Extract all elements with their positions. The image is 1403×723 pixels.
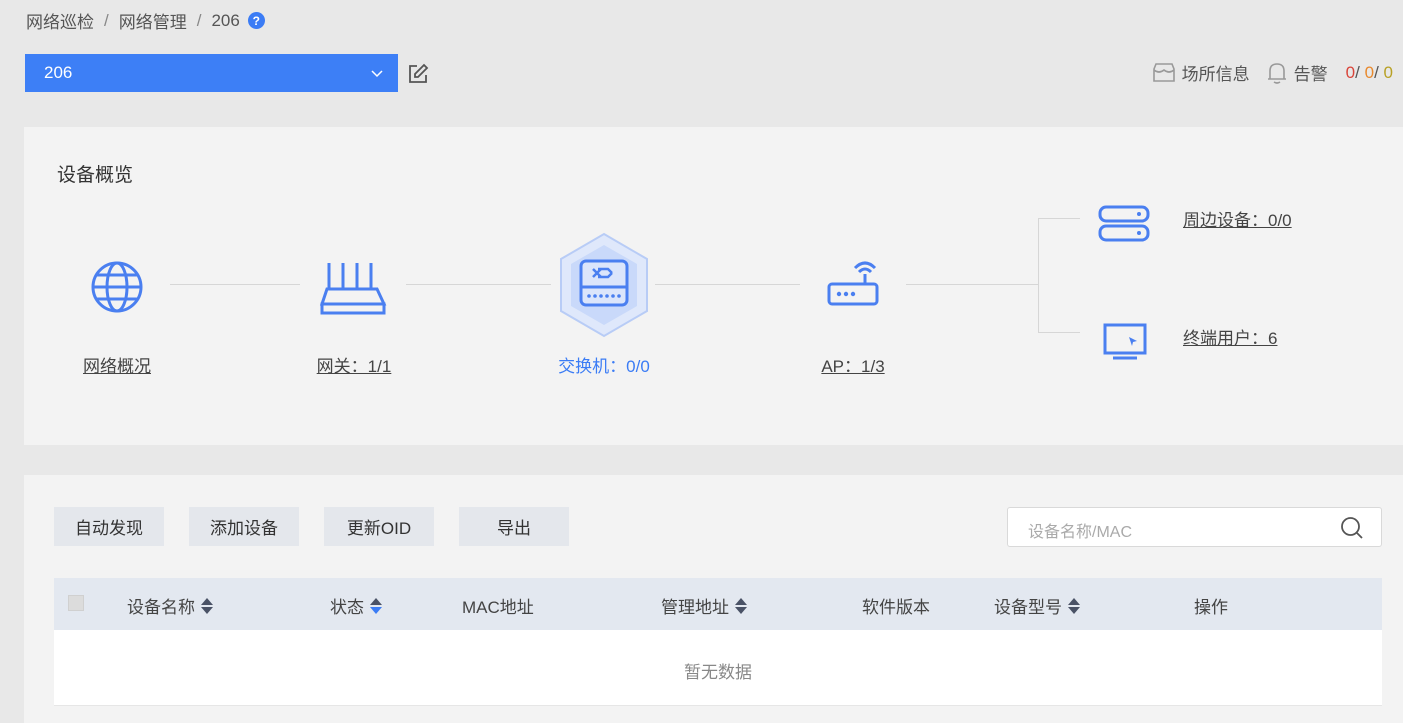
- node-gateway[interactable]: 网关：1/1: [317, 259, 391, 376]
- node-gateway-label[interactable]: 网关：1/1: [317, 352, 392, 377]
- column-mgmt-address[interactable]: 管理地址: [661, 593, 747, 618]
- chevron-down-icon: [371, 70, 383, 78]
- access-point-icon: [827, 261, 879, 306]
- alarm-count-major[interactable]: 0: [1365, 63, 1374, 82]
- table-body: 暂无数据: [54, 630, 1382, 706]
- search-icon[interactable]: [1340, 516, 1364, 540]
- sort-icon[interactable]: [370, 597, 382, 614]
- search-input[interactable]: 设备名称/MAC: [1007, 507, 1382, 547]
- breadcrumb-network-inspection[interactable]: 网络巡检: [26, 8, 94, 33]
- node-network-overview-label[interactable]: 网络概况: [83, 352, 151, 377]
- monitor-icon: [1103, 323, 1147, 360]
- site-select[interactable]: 206: [25, 54, 398, 92]
- switch-icon: [560, 232, 648, 338]
- alarm-count-critical[interactable]: 0: [1346, 63, 1355, 82]
- breadcrumb-current: 206: [211, 10, 240, 30]
- bell-icon: [1267, 62, 1286, 84]
- alarm-count-separator: /: [1374, 62, 1379, 82]
- column-label: 设备型号: [994, 598, 1062, 617]
- export-button[interactable]: 导出: [459, 507, 569, 546]
- node-terminal-label[interactable]: 终端用户：6: [1183, 324, 1277, 349]
- table-header: 设备名称 状态 MAC地址 管理地址 软件版本 设备型号 操作: [54, 578, 1382, 630]
- sort-icon[interactable]: [201, 597, 213, 614]
- server-icon: [1098, 205, 1150, 242]
- column-label: 状态: [330, 598, 364, 617]
- connector-line: [1038, 218, 1080, 219]
- alarm-count-minor[interactable]: 0: [1384, 63, 1393, 82]
- column-device-model[interactable]: 设备型号: [994, 593, 1080, 618]
- sort-icon[interactable]: [735, 597, 747, 614]
- column-label: MAC地址: [462, 598, 534, 617]
- column-label: 管理地址: [661, 598, 729, 617]
- site-info-button[interactable]: 场所信息: [1152, 60, 1250, 85]
- device-overview-panel: 设备概览 网络概况 网关：1/1 交换机：0/0 AP：1/3 周边设备：0/0…: [24, 127, 1403, 445]
- column-label: 操作: [1194, 598, 1228, 617]
- column-actions: 操作: [1194, 593, 1228, 618]
- router-icon: [319, 263, 387, 315]
- column-label: 软件版本: [862, 598, 930, 617]
- breadcrumb-separator: /: [196, 10, 202, 30]
- node-switch[interactable]: 交换机：0/0: [556, 231, 652, 376]
- node-switch-label[interactable]: 交换机：0/0: [558, 352, 650, 377]
- column-mac: MAC地址: [462, 593, 534, 618]
- column-label: 设备名称: [127, 598, 195, 617]
- top-right-actions: 场所信息 告警 0/ 0/ 0: [1152, 60, 1393, 85]
- edit-icon[interactable]: [407, 63, 429, 85]
- column-status[interactable]: 状态: [330, 593, 382, 618]
- select-all-checkbox[interactable]: [68, 595, 84, 611]
- node-network-overview[interactable]: 网络概况: [83, 260, 151, 376]
- empty-state-text: 暂无数据: [684, 663, 752, 682]
- breadcrumb-separator: /: [104, 10, 109, 30]
- alarm-count-separator: /: [1355, 62, 1360, 82]
- column-software-version: 软件版本: [862, 593, 930, 618]
- globe-icon: [91, 261, 143, 313]
- site-select-value: 206: [44, 63, 73, 82]
- node-ap-label[interactable]: AP：1/3: [821, 352, 884, 377]
- breadcrumb-network-management[interactable]: 网络管理: [119, 8, 187, 33]
- connector-line: [906, 284, 1038, 285]
- alarm-label: 告警: [1293, 65, 1328, 84]
- node-peripheral-label[interactable]: 周边设备：0/0: [1183, 206, 1292, 231]
- overview-title: 设备概览: [57, 165, 134, 186]
- connector-line: [655, 284, 800, 285]
- store-icon: [1152, 62, 1175, 82]
- device-list-panel: 自动发现 添加设备 更新OID 导出 设备名称/MAC 设备名称 状态 MAC地…: [24, 475, 1403, 723]
- node-terminal[interactable]: [1103, 323, 1147, 361]
- connector-line: [170, 284, 300, 285]
- column-device-name[interactable]: 设备名称: [127, 593, 213, 618]
- breadcrumb: 网络巡检 / 网络管理 / 206 ?: [26, 8, 265, 33]
- help-icon[interactable]: ?: [247, 12, 265, 29]
- search-placeholder: 设备名称/MAC: [1028, 524, 1133, 541]
- sort-icon[interactable]: [1068, 597, 1080, 614]
- node-peripheral[interactable]: [1098, 205, 1150, 243]
- connector-line: [1038, 332, 1080, 333]
- add-device-button[interactable]: 添加设备: [189, 507, 299, 546]
- update-oid-button[interactable]: 更新OID: [324, 507, 434, 546]
- alarm-button[interactable]: 告警: [1266, 60, 1328, 85]
- node-ap[interactable]: AP：1/3: [821, 260, 885, 376]
- connector-line: [406, 284, 551, 285]
- connector-line: [1038, 218, 1039, 332]
- auto-discover-button[interactable]: 自动发现: [54, 507, 164, 546]
- alarm-counts: 0/ 0/ 0: [1346, 63, 1393, 83]
- site-info-label: 场所信息: [1181, 65, 1250, 84]
